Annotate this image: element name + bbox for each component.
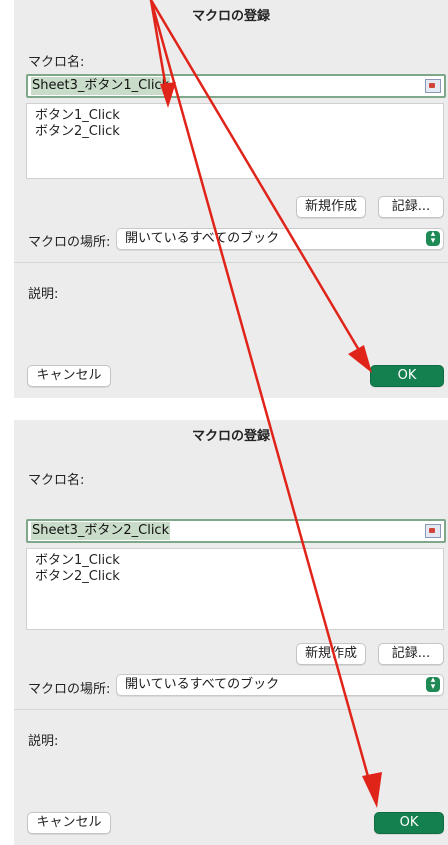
- cancel-button[interactable]: キャンセル: [27, 365, 111, 387]
- range-select-icon[interactable]: [425, 79, 441, 93]
- macro-name-label: マクロ名:: [28, 473, 85, 488]
- macro-name-value: Sheet3_ボタン1_Click: [31, 77, 171, 95]
- description-label: 説明:: [28, 734, 59, 749]
- macro-register-dialog-1: マクロの登録 マクロ名: Sheet3_ボタン1_Click ボタン1_Clic…: [14, 0, 448, 398]
- ok-button[interactable]: OK: [370, 365, 444, 387]
- chevron-updown-icon: ▴ ▾: [426, 230, 440, 246]
- chevron-updown-icon: ▴ ▾: [426, 676, 440, 692]
- macro-name-label: マクロ名:: [28, 55, 85, 70]
- cancel-button[interactable]: キャンセル: [27, 812, 111, 834]
- new-button[interactable]: 新規作成: [296, 643, 366, 665]
- new-button[interactable]: 新規作成: [296, 196, 366, 218]
- macro-register-dialog-2: マクロの登録 マクロ名: Sheet3_ボタン2_Click ボタン1_Clic…: [14, 420, 448, 845]
- macro-name-value: Sheet3_ボタン2_Click: [31, 522, 171, 540]
- divider: [14, 262, 448, 263]
- location-label: マクロの場所:: [28, 682, 111, 697]
- record-button[interactable]: 記録...: [378, 643, 444, 665]
- macro-name-field[interactable]: Sheet3_ボタン2_Click: [26, 519, 446, 543]
- location-select[interactable]: 開いているすべてのブック ▴ ▾: [116, 228, 444, 250]
- record-button[interactable]: 記録...: [378, 196, 444, 218]
- divider: [14, 709, 448, 710]
- dialog-title: マクロの登録: [191, 429, 270, 444]
- description-label: 説明:: [28, 287, 59, 302]
- list-item[interactable]: ボタン2_Click: [27, 569, 443, 585]
- macro-list[interactable]: ボタン1_Click ボタン2_Click: [26, 548, 444, 630]
- list-item[interactable]: ボタン2_Click: [27, 124, 443, 140]
- location-select[interactable]: 開いているすべてのブック ▴ ▾: [116, 674, 444, 696]
- location-value: 開いているすべてのブック: [125, 231, 280, 246]
- range-select-icon[interactable]: [425, 524, 441, 538]
- location-label: マクロの場所:: [28, 235, 111, 250]
- macro-name-field[interactable]: Sheet3_ボタン1_Click: [26, 74, 446, 98]
- list-item[interactable]: ボタン1_Click: [27, 108, 443, 124]
- dialog-title: マクロの登録: [191, 9, 270, 24]
- ok-button[interactable]: OK: [374, 812, 444, 834]
- macro-list[interactable]: ボタン1_Click ボタン2_Click: [26, 103, 444, 179]
- list-item[interactable]: ボタン1_Click: [27, 553, 443, 569]
- location-value: 開いているすべてのブック: [125, 677, 280, 692]
